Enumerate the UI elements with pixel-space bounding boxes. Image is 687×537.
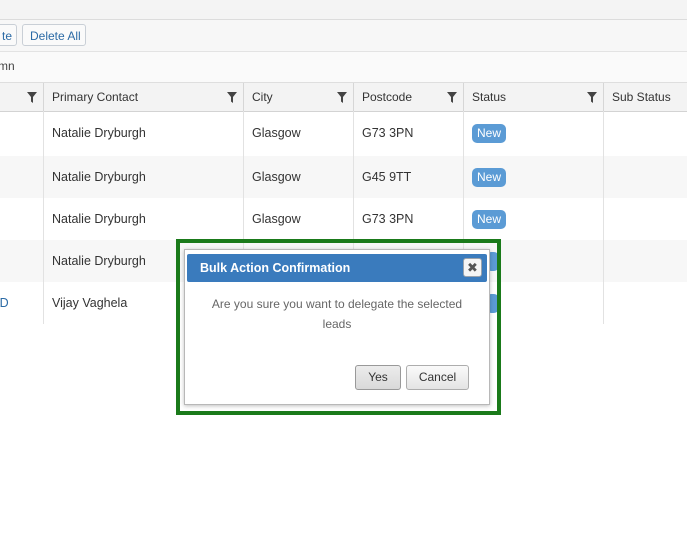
cell-postcode: G45 9TT	[362, 170, 412, 184]
cell-city: Glasgow	[252, 170, 301, 184]
toolbar-partial-button[interactable]: te	[0, 24, 17, 46]
cell-status: New	[464, 156, 604, 198]
cell-primary-contact: Natalie Dryburgh	[52, 212, 146, 226]
dialog-title: Bulk Action Confirmation	[200, 261, 351, 275]
table-row[interactable]: Natalie Dryburgh Glasgow G45 9TT New	[0, 156, 687, 198]
table-row[interactable]: Natalie Dryburgh Glasgow G73 3PN New	[0, 198, 687, 240]
column-header-lead[interactable]	[0, 83, 44, 111]
cell-status: New	[464, 198, 604, 240]
group-by-text: mn	[0, 59, 15, 73]
status-badge: New	[472, 210, 507, 230]
delete-all-button[interactable]: Delete All	[22, 24, 86, 46]
filter-icon[interactable]	[227, 92, 237, 103]
cancel-button[interactable]: Cancel	[406, 365, 469, 390]
bulk-action-dialog: Bulk Action Confirmation ✖ Are you sure …	[184, 249, 490, 405]
cell-primary-contact: Natalie Dryburgh	[52, 170, 146, 184]
cell-status: New	[464, 112, 604, 154]
column-header-status[interactable]: Status	[464, 83, 604, 111]
top-bar	[0, 0, 687, 20]
column-header-city[interactable]: City	[244, 83, 354, 111]
grid-header: Primary Contact City Postcode Status Sub…	[0, 83, 687, 112]
filter-icon[interactable]	[27, 92, 37, 103]
cell-city: Glasgow	[252, 126, 301, 140]
cell-primary-contact: Natalie Dryburgh	[52, 126, 146, 140]
column-header-label: Postcode	[362, 90, 413, 104]
yes-button[interactable]: Yes	[355, 365, 401, 390]
filter-icon[interactable]	[337, 92, 347, 103]
dialog-title-bar: Bulk Action Confirmation ✖	[187, 254, 487, 282]
column-header-sub-status[interactable]: Sub Status	[604, 83, 687, 111]
close-button[interactable]: ✖	[463, 258, 482, 277]
column-header-label: Status	[472, 90, 507, 104]
filter-icon[interactable]	[587, 92, 597, 103]
close-icon: ✖	[467, 260, 478, 275]
column-header-label: City	[252, 90, 273, 104]
column-header-primary-contact[interactable]: Primary Contact	[44, 83, 244, 111]
column-header-label: Sub Status	[612, 90, 671, 104]
column-header-label: Primary Contact	[52, 90, 139, 104]
dialog-message: Are you sure you want to delegate the se…	[211, 297, 463, 331]
toolbar: te Delete All	[0, 20, 687, 52]
group-by-bar: mn	[0, 52, 687, 83]
filter-icon[interactable]	[447, 92, 457, 103]
cell-city: Glasgow	[252, 212, 301, 226]
status-badge: New	[472, 168, 507, 188]
table-row[interactable]: Natalie Dryburgh Glasgow G73 3PN New	[0, 112, 687, 154]
column-header-postcode[interactable]: Postcode	[354, 83, 464, 111]
cell-lead-link[interactable]: TD	[0, 282, 44, 324]
column-divider	[43, 111, 44, 324]
cell-postcode: G73 3PN	[362, 126, 414, 140]
cell-postcode: G73 3PN	[362, 212, 414, 226]
column-divider	[603, 111, 604, 324]
status-badge: New	[472, 124, 507, 144]
